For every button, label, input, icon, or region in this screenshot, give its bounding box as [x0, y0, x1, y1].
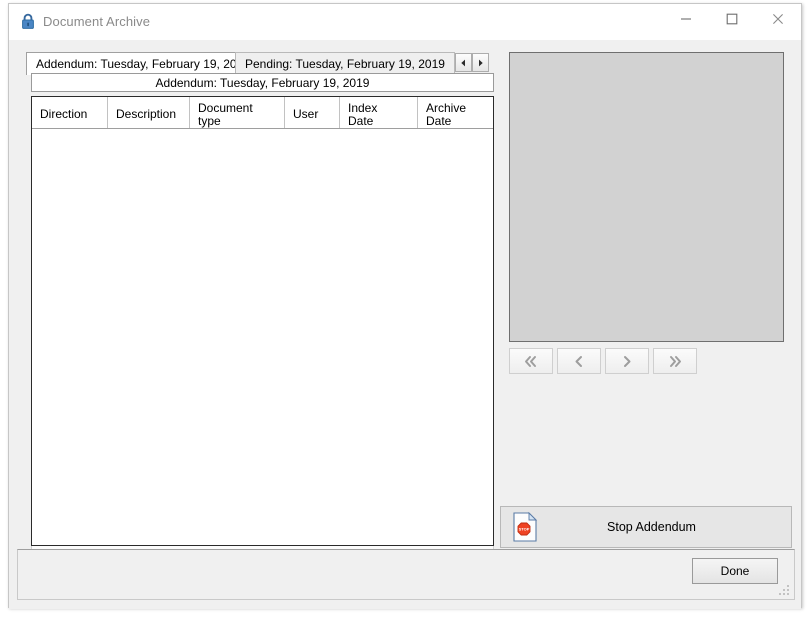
stop-document-icon: STOP [510, 511, 540, 543]
grid-column-user[interactable]: User [285, 97, 340, 128]
grid-body[interactable] [32, 129, 493, 544]
tab-addendum-label: Addendum: Tuesday, February 19, 2019 [36, 57, 250, 71]
nav-previous-button[interactable] [557, 348, 601, 374]
grid-column-description[interactable]: Description [108, 97, 190, 128]
tab-scroll-next-button[interactable] [472, 53, 489, 72]
grid-column-document-type[interactable]: Document type [190, 97, 285, 128]
tab-addendum[interactable]: Addendum: Tuesday, February 19, 2019 [26, 52, 260, 75]
resize-grip-icon[interactable] [778, 584, 791, 597]
grid-column-direction[interactable]: Direction [32, 97, 108, 128]
svg-text:STOP: STOP [519, 527, 530, 532]
selected-tab-heading-label: Addendum: Tuesday, February 19, 2019 [155, 75, 370, 90]
title-bar: Document Archive [9, 4, 801, 40]
client-area: Addendum: Tuesday, February 19, 2019 Pen… [9, 40, 801, 609]
lock-icon [20, 13, 36, 30]
nav-first-button[interactable] [509, 348, 553, 374]
chevron-right-icon [624, 355, 631, 367]
tab-scroll-buttons [455, 53, 489, 72]
window-title: Document Archive [43, 14, 151, 29]
tab-strip: Addendum: Tuesday, February 19, 2019 Pen… [26, 52, 489, 75]
stop-addendum-button[interactable]: STOP Stop Addendum [500, 506, 792, 548]
grid-column-index-date[interactable]: Index Date [340, 97, 418, 128]
grid-column-archive-date[interactable]: Archive Date [418, 97, 493, 128]
tab-scroll-prev-button[interactable] [455, 53, 472, 72]
document-archive-window: Document Archive Addendum: Tuesday, Febr… [8, 3, 802, 609]
document-preview-panel[interactable] [509, 52, 784, 342]
nav-last-button[interactable] [653, 348, 697, 374]
maximize-button[interactable] [709, 4, 755, 34]
double-chevron-left-icon [525, 355, 536, 367]
dialog-footer: Done [17, 549, 795, 600]
tab-pending-label: Pending: Tuesday, February 19, 2019 [245, 56, 445, 71]
nav-next-button[interactable] [605, 348, 649, 374]
minimize-button[interactable] [663, 4, 709, 34]
preview-navigation-buttons [509, 348, 784, 374]
done-button[interactable]: Done [692, 558, 778, 584]
close-button[interactable] [755, 4, 801, 34]
selected-tab-heading: Addendum: Tuesday, February 19, 2019 [31, 73, 494, 92]
documents-grid[interactable]: Direction Description Document type User… [31, 96, 494, 546]
chevron-left-icon [575, 355, 582, 367]
tab-pending[interactable]: Pending: Tuesday, February 19, 2019 [235, 52, 455, 74]
double-chevron-right-icon [670, 355, 681, 367]
grid-header-row: Direction Description Document type User… [32, 97, 493, 129]
stop-addendum-label: Stop Addendum [607, 520, 696, 534]
